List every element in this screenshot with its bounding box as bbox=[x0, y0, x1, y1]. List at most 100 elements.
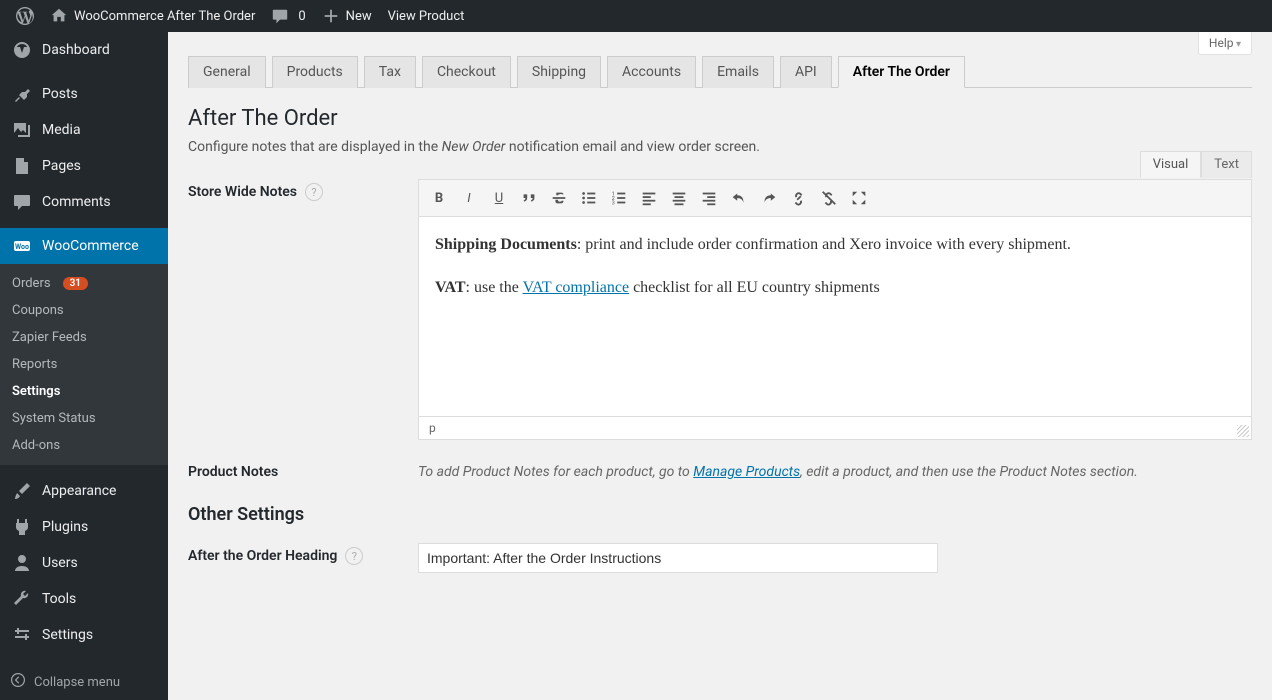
comments-icon bbox=[12, 192, 32, 212]
sidebar-item-label: Plugins bbox=[42, 519, 88, 535]
editor-toolbar: B I U 123 bbox=[418, 179, 1252, 217]
after-order-heading-label: After the Order Heading ? bbox=[188, 543, 398, 565]
editor-content[interactable]: Shipping Documents: print and include or… bbox=[418, 217, 1252, 417]
sidebar-item-label: Appearance bbox=[42, 483, 116, 499]
sidebar-item-comments[interactable]: Comments bbox=[0, 184, 168, 220]
strikethrough-button[interactable] bbox=[545, 184, 573, 212]
submenu-settings[interactable]: Settings bbox=[0, 378, 168, 405]
bold-button[interactable]: B bbox=[425, 184, 453, 212]
other-settings-heading: Other Settings bbox=[188, 504, 1252, 525]
unlink-button[interactable] bbox=[815, 184, 843, 212]
user-icon bbox=[12, 553, 32, 573]
fullscreen-button[interactable] bbox=[845, 184, 873, 212]
tab-accounts[interactable]: Accounts bbox=[607, 56, 696, 88]
sidebar-item-label: WooCommerce bbox=[42, 238, 139, 254]
page-subtitle: Configure notes that are displayed in th… bbox=[188, 139, 1252, 155]
editor-status-bar: p bbox=[418, 417, 1252, 440]
main-content: Help General Products Tax Checkout Shipp… bbox=[168, 32, 1272, 700]
blockquote-button[interactable] bbox=[515, 184, 543, 212]
align-left-button[interactable] bbox=[635, 184, 663, 212]
editor-tab-visual[interactable]: Visual bbox=[1140, 151, 1202, 178]
wp-logo[interactable] bbox=[8, 0, 42, 32]
product-notes-label: Product Notes bbox=[188, 460, 398, 480]
wrench-icon bbox=[12, 589, 32, 609]
sidebar-item-pages[interactable]: Pages bbox=[0, 148, 168, 184]
collapse-icon bbox=[10, 672, 26, 692]
plus-icon bbox=[322, 7, 340, 25]
brush-icon bbox=[12, 481, 32, 501]
numbered-list-button[interactable]: 123 bbox=[605, 184, 633, 212]
submenu-reports[interactable]: Reports bbox=[0, 351, 168, 378]
after-order-heading-input[interactable] bbox=[418, 543, 938, 573]
editor-tab-text[interactable]: Text bbox=[1201, 151, 1252, 178]
submenu-zapier[interactable]: Zapier Feeds bbox=[0, 324, 168, 351]
align-center-button[interactable] bbox=[665, 184, 693, 212]
sidebar-item-woocommerce[interactable]: Woo WooCommerce bbox=[0, 228, 168, 264]
tab-general[interactable]: General bbox=[188, 56, 266, 88]
product-notes-help: To add Product Notes for each product, g… bbox=[418, 460, 1252, 480]
sidebar-item-posts[interactable]: Posts bbox=[0, 76, 168, 112]
comments-count: 0 bbox=[298, 9, 305, 24]
woocommerce-icon: Woo bbox=[12, 236, 32, 256]
site-home[interactable]: WooCommerce After The Order bbox=[42, 0, 263, 32]
tab-emails[interactable]: Emails bbox=[702, 56, 774, 88]
sidebar-item-plugins[interactable]: Plugins bbox=[0, 509, 168, 545]
view-product-link[interactable]: View Product bbox=[380, 0, 473, 32]
page-icon bbox=[12, 156, 32, 176]
tab-tax[interactable]: Tax bbox=[364, 56, 416, 88]
sidebar-item-label: Pages bbox=[42, 158, 81, 174]
help-tab-toggle[interactable]: Help bbox=[1198, 32, 1252, 55]
svg-text:Woo: Woo bbox=[15, 243, 29, 251]
align-right-button[interactable] bbox=[695, 184, 723, 212]
orders-badge: 31 bbox=[63, 277, 88, 290]
new-label: New bbox=[346, 9, 372, 24]
collapse-menu[interactable]: Collapse menu bbox=[0, 664, 168, 700]
sidebar-item-settings[interactable]: Settings bbox=[0, 617, 168, 653]
submenu-orders[interactable]: Orders 31 bbox=[0, 270, 168, 297]
sidebar-item-label: Settings bbox=[42, 627, 93, 643]
help-icon[interactable]: ? bbox=[305, 183, 323, 201]
italic-button[interactable]: I bbox=[455, 184, 483, 212]
woocommerce-submenu: Orders 31 Coupons Zapier Feeds Reports S… bbox=[0, 264, 168, 465]
page-title: After The Order bbox=[188, 106, 1252, 131]
tab-after-the-order[interactable]: After The Order bbox=[838, 56, 965, 88]
sidebar-item-label: Users bbox=[42, 555, 78, 571]
vat-compliance-link[interactable]: VAT compliance bbox=[523, 279, 630, 296]
sidebar-item-label: Comments bbox=[42, 194, 111, 210]
tab-checkout[interactable]: Checkout bbox=[422, 56, 511, 88]
sidebar-item-label: Posts bbox=[42, 86, 78, 102]
tab-shipping[interactable]: Shipping bbox=[517, 56, 601, 88]
admin-bar: WooCommerce After The Order 0 New View P… bbox=[0, 0, 1272, 32]
sidebar-item-dashboard[interactable]: Dashboard bbox=[0, 32, 168, 68]
tab-products[interactable]: Products bbox=[272, 56, 358, 88]
plug-icon bbox=[12, 517, 32, 537]
submenu-addons[interactable]: Add-ons bbox=[0, 432, 168, 459]
help-icon[interactable]: ? bbox=[345, 547, 363, 565]
new-content[interactable]: New bbox=[314, 0, 380, 32]
sidebar-item-appearance[interactable]: Appearance bbox=[0, 473, 168, 509]
rich-text-editor: Visual Text B I U 123 bbox=[418, 179, 1252, 440]
sliders-icon bbox=[12, 625, 32, 645]
home-icon bbox=[50, 7, 68, 25]
underline-button[interactable]: U bbox=[485, 184, 513, 212]
site-title: WooCommerce After The Order bbox=[74, 9, 255, 24]
comment-icon bbox=[271, 7, 289, 25]
undo-button[interactable] bbox=[725, 184, 753, 212]
sidebar-item-tools[interactable]: Tools bbox=[0, 581, 168, 617]
bullet-list-button[interactable] bbox=[575, 184, 603, 212]
tab-api[interactable]: API bbox=[780, 56, 832, 88]
wordpress-icon bbox=[16, 7, 34, 25]
editor-resize-handle[interactable] bbox=[1237, 425, 1249, 437]
comments-link[interactable]: 0 bbox=[263, 0, 313, 32]
sidebar-item-users[interactable]: Users bbox=[0, 545, 168, 581]
media-icon bbox=[12, 120, 32, 140]
sidebar-item-media[interactable]: Media bbox=[0, 112, 168, 148]
link-button[interactable] bbox=[785, 184, 813, 212]
submenu-system-status[interactable]: System Status bbox=[0, 405, 168, 432]
redo-button[interactable] bbox=[755, 184, 783, 212]
pin-icon bbox=[12, 84, 32, 104]
store-notes-label: Store Wide Notes ? bbox=[188, 179, 398, 201]
settings-tabs: General Products Tax Checkout Shipping A… bbox=[188, 56, 1252, 88]
manage-products-link[interactable]: Manage Products bbox=[693, 464, 800, 480]
submenu-coupons[interactable]: Coupons bbox=[0, 297, 168, 324]
